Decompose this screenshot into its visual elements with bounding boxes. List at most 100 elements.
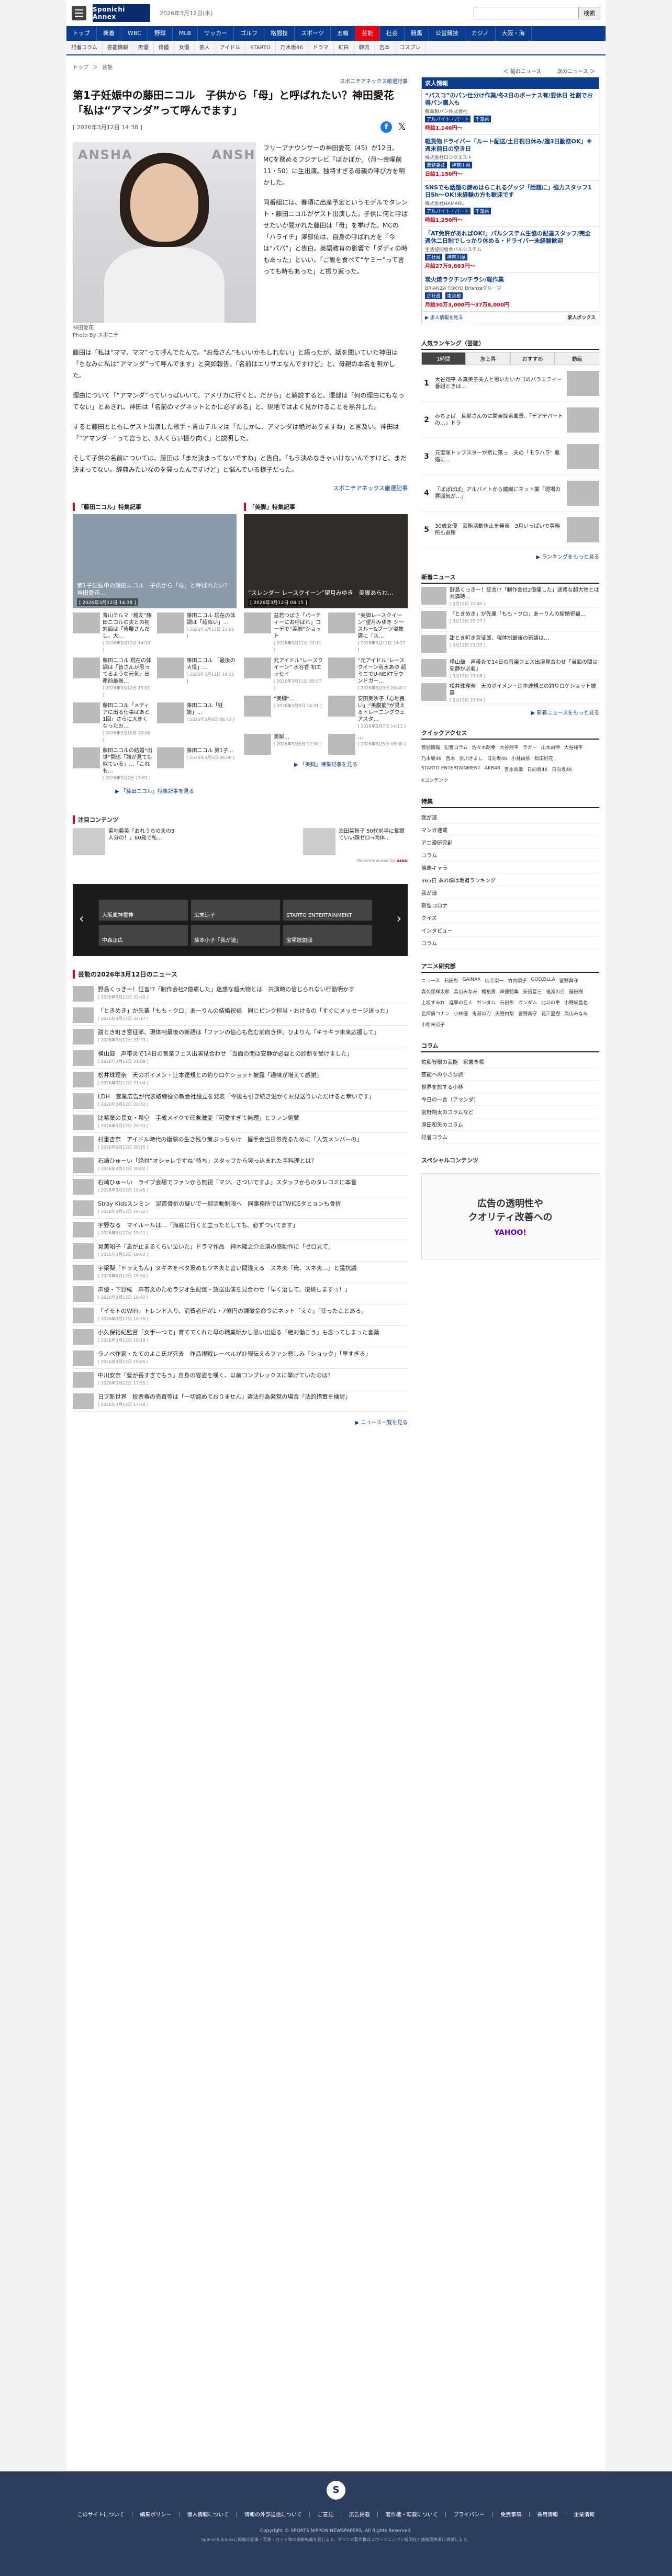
carousel-next-icon[interactable]: › (396, 911, 401, 926)
footer-link[interactable]: ご意見 (318, 2510, 333, 2518)
carousel-item[interactable]: 大阪風神雷神 (99, 900, 188, 921)
feature-item[interactable]: “元アイドル”レースクイーン雨水あゆ 超ミニでU-NEXTラウンドガー… [ 20… (328, 657, 408, 691)
recommend-card[interactable]: 泊田栞智子 50代前半に奮闘ていい顔ゼロ→肉体… (303, 828, 408, 855)
quick-access-tag[interactable]: 吉本興業 (505, 765, 523, 774)
carousel-prev-icon[interactable]: ‹ (79, 911, 84, 926)
subnav-item[interactable]: 乃木坂46 (276, 41, 308, 54)
anime-tag[interactable]: ガンダム (477, 998, 496, 1007)
feature-item[interactable]: 安田美沙子「心地良い」“美腹筋”が見えるトレーニングウェアスタ… [ 2026年3… (328, 696, 408, 730)
job-item[interactable]: 軽貨物ドライバー「ルート配送/土日祝日休み/週3日勤務OK」※週末前日の空き日株… (422, 135, 599, 181)
feature-item[interactable]: “美脚レースクイーン”望月みゆき シースルー&ブーツ姿披露に「ス… [ 2026年… (328, 612, 408, 653)
gnav-item[interactable]: スポーツ (295, 26, 331, 41)
facebook-share-icon[interactable]: f (380, 121, 392, 133)
quick-access-tag[interactable]: 大谷翔平 (564, 743, 583, 752)
special-link[interactable]: 新型コロナ (421, 899, 599, 912)
news-row[interactable]: 宇野なる マイルールは…「海底に行くと立ったとしても、必ずついてます」 [ 202… (73, 1219, 408, 1240)
special-link[interactable]: コラム (421, 937, 599, 949)
footer-link[interactable]: 編集ポリシー (140, 2510, 171, 2518)
news-row[interactable]: 石崎ひゅーい「絶対“オシャレですね”待ち」スタッフから突っ込まれた手料理とは？ [… (73, 1154, 408, 1176)
special-link[interactable]: 競馬キャラ (421, 861, 599, 874)
anime-tag[interactable]: 宮野真守 (559, 976, 578, 985)
quick-access-tag[interactable]: 大谷翔平 (500, 743, 519, 752)
quick-access-tag[interactable]: 日向坂46 (487, 754, 507, 763)
subnav-item[interactable]: 記者コラム (66, 41, 103, 54)
feature-item[interactable]: 青山テルマ “親友”藤田ニコルの夫との初対面は「修羅さんだし、大… [ 2026年… (73, 612, 153, 653)
anime-tag[interactable]: 森久保祥太郎 (421, 987, 450, 996)
ranking-item[interactable]: 2 みちょぱ 旦那さんのに関東探索風景、「デアデパートの…」ドラ (421, 402, 599, 438)
search-button[interactable]: 検索 (578, 7, 600, 19)
subnav-item[interactable]: 韓流 (354, 41, 375, 54)
feature-item[interactable]: 藤田ニコル 「最後の大役」…[ 2026年3月11日 14:23 ] (156, 657, 237, 698)
feature-item[interactable]: 藤田ニコルの結婚“出世”関係「誰が見ても似ている」…「これも… [ 2026年3月… (73, 747, 153, 781)
gnav-item[interactable]: 大阪・海 (496, 26, 532, 41)
quick-access-tag[interactable]: 芸能情報 (421, 743, 440, 752)
subnav-item[interactable]: ドラマ (308, 41, 334, 54)
gnav-item[interactable]: MLB (173, 26, 198, 41)
footer-link[interactable]: 著作権・転載について (386, 2510, 438, 2518)
subnav-item[interactable]: アイドル (215, 41, 246, 54)
prev-news-link[interactable]: ＜ 前のニュース (503, 67, 542, 75)
anime-tag[interactable]: 高山みなみ (564, 1009, 588, 1018)
special-link[interactable]: コラム (421, 849, 599, 861)
subnav-item[interactable]: 芸人 (195, 41, 215, 54)
anime-tag[interactable]: 石田彰 (500, 998, 514, 1007)
news-row[interactable]: 村重杏奈 アイドル時代の衝撃の生き残り策ぶっちゃけ 握手会当日券売るために「人気… (73, 1133, 408, 1154)
ranking-item[interactable]: 1 大谷翔平 ＆真美子夫人と思いたいカゴのバラエティー番組ときは… (421, 365, 599, 402)
quick-access-tag[interactable]: 氷川きよし (459, 754, 483, 763)
anime-tag[interactable]: 小松未可子 (421, 1020, 445, 1029)
feature-item[interactable]: 藤田ニコル「メディアに出る仕事はあと1回」さらに大きくなったお… [ 2026年3… (73, 702, 153, 743)
ranking-more-link[interactable]: ▶ ランキングをもっと見る (421, 552, 599, 560)
gnav-item[interactable]: 格闘技 (264, 26, 295, 41)
carousel-item[interactable]: 藤本小子「我が道」 (191, 925, 280, 946)
anime-tag[interactable]: 宮野真守 (518, 1009, 537, 1018)
feature-item[interactable]: 藤田ニコル 第1子…[ 2026年3月5日 06:00 ] (156, 747, 237, 781)
ranking-item[interactable]: 3 元宝塚トップスターが京に落っ 夫の「モラハラ” 離婚に… (421, 438, 599, 475)
carousel-item[interactable]: 中森正広 (99, 925, 188, 946)
anime-tag[interactable]: 進撃の巨人 (449, 998, 473, 1007)
news-list-more-link[interactable]: ▶ ニュース一覧を見る (73, 1418, 408, 1426)
news-row[interactable]: 声優・下野紘 声帯炎のためラジオ生配信・放送出演を見合わせ「早く治して、復帰しま… (73, 1283, 408, 1304)
sponsor-ad[interactable]: 広告の透明性や クオリティ改善への YAHOO! (421, 1173, 599, 1259)
anime-tag[interactable]: 高山みなみ (454, 987, 477, 996)
subnav-item[interactable]: 吉本 (375, 41, 395, 54)
quick-access-tag[interactable]: 記者コラム (444, 743, 468, 752)
quick-access-tag[interactable]: ラガー (523, 743, 537, 752)
subnav-item[interactable]: 俳優 (154, 41, 174, 54)
x-share-icon[interactable]: 𝕏 (396, 121, 408, 133)
subnav-item[interactable]: 男優 (133, 41, 154, 54)
news-row[interactable]: 甜とき町き宮征郎、現体制最後の新語は「ファンの信心も危む前向き伴」ひよりん「キラ… (73, 1026, 408, 1047)
quick-access-tag[interactable]: AKB48 (485, 765, 500, 774)
quick-access-tag[interactable]: 小林由依 (511, 754, 530, 763)
quick-access-tag[interactable]: STARTO ENTERTAINMENT (421, 765, 480, 774)
column-link[interactable]: 原田和矢のコラム (421, 1118, 599, 1131)
side-news-item[interactable]: 「ときめき」が先輩「もも・クロ」あーりんの結婚祝福… [ 3月12日 22:17 … (421, 608, 599, 632)
quick-access-tag[interactable]: 乃木坂46 (421, 754, 441, 763)
anime-tag[interactable]: 花江夏樹 (541, 1009, 560, 1018)
news-row[interactable]: 松井珠理奈 天のボイメン・辻本達規との釣りロケショット披露「趣味が増えて感謝」 [… (73, 1069, 408, 1090)
side-news-more-link[interactable]: ▶ 新着ニュースをもっと見る (421, 708, 599, 716)
column-link[interactable]: 宮野翔太のコラムなど (421, 1106, 599, 1118)
job-item[interactable]: 炭火焼ラクチン/チラシ/軽作業 BRIANZA TOKYO Brianzaグループ… (422, 273, 599, 312)
side-news-item[interactable]: 野島くっきー！証言!?「制作会社2億痛した」迷惑な超大物とは 共演時… [ 3月1… (421, 584, 604, 608)
recommend-card[interactable]: 菊地亜美「おれうちの夫の3人分の！」60歳で私… (73, 828, 177, 855)
special-link[interactable]: 365日 あの頃は坂道ランキング (421, 874, 599, 887)
ranking-tab[interactable]: おすすめ (510, 352, 555, 365)
subnav-item[interactable]: 芸能情報 (103, 41, 133, 54)
footer-link[interactable]: このサイトについて (77, 2510, 125, 2518)
anime-tag[interactable]: 山寺宏一 (485, 976, 503, 985)
carousel-item[interactable]: 広末涼子 (191, 900, 280, 921)
footer-link[interactable]: 免責事項 (500, 2510, 521, 2518)
news-row[interactable]: 「イモトのWiFi」トレンド入り、消費者庁が1・7億円の課徴金命令にネット「えぐ… (73, 1304, 408, 1326)
news-row[interactable]: 横山鼓 声帯炎で14日の音楽フェス出演見合わせ「当面の間は安静が必要との診断を受… (73, 1047, 408, 1069)
column-link[interactable]: 佐藤智樹の芸能 家書き帳 (421, 1056, 599, 1068)
special-link[interactable]: クイズ (421, 912, 599, 924)
footer-link[interactable]: 企業情報 (574, 2510, 595, 2518)
breadcrumb-top[interactable]: トップ (73, 63, 88, 71)
anime-tag[interactable]: GODZILLA (531, 976, 555, 985)
anime-tag[interactable]: 石田彰 (444, 976, 458, 985)
feature-item[interactable]: 藤田ニコル 現在の体調は「皆さんが思ってるような元気」出産前最後… [ 2026年… (73, 657, 153, 698)
footer-link[interactable]: プライバシー (454, 2510, 485, 2518)
news-row[interactable]: 宇梁梨「ドラえもん」ヌキネをペタ褒めもツネ夫と言い間違える スネ夫「俺、スネ夫…… (73, 1262, 408, 1283)
feature-more-link[interactable]: ▶ 「美脚」特集記事を見る (244, 760, 408, 768)
anime-tag[interactable]: 鬼滅の刃 (472, 1009, 491, 1018)
